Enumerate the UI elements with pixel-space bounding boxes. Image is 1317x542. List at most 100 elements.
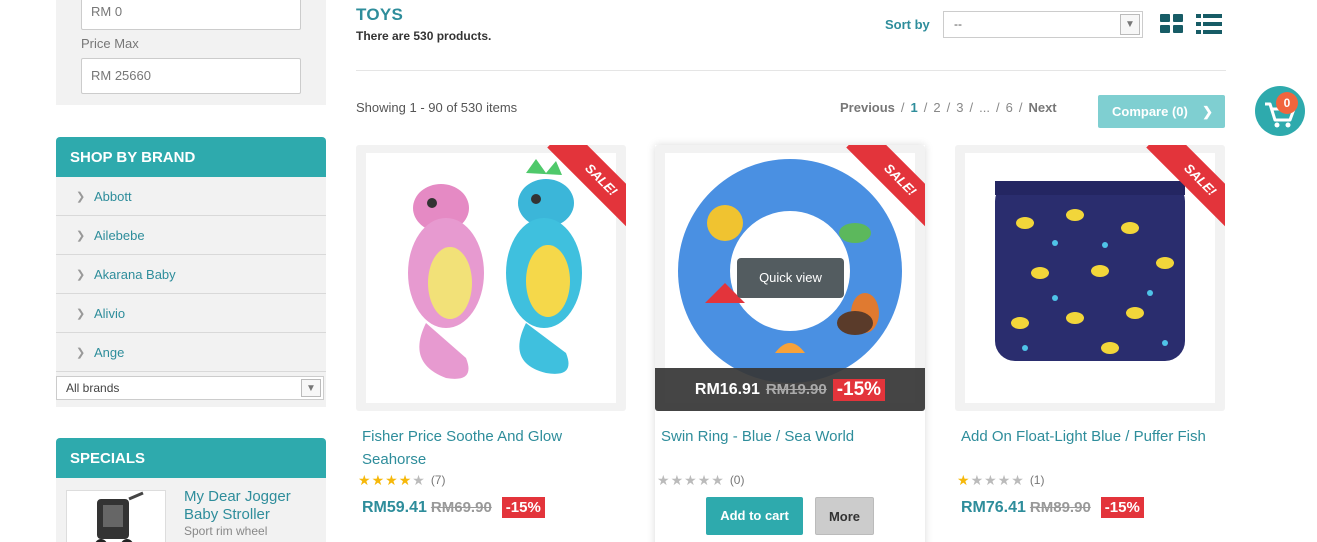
pager-next[interactable]: Next	[1028, 100, 1056, 115]
more-button[interactable]: More	[815, 497, 874, 535]
product-image[interactable]: SALE! Quick view RM16.91 RM19.90 -15%	[655, 145, 925, 411]
star-empty-icon: ★	[684, 471, 697, 488]
brand-item-label: Ailebebe	[94, 227, 145, 243]
pager-separator: /	[995, 100, 1000, 115]
star-empty-icon: ★	[711, 471, 724, 488]
pager-page-1[interactable]: 1	[911, 100, 918, 115]
pager-page-6[interactable]: 6	[1006, 100, 1013, 115]
product-card[interactable]: SALE! Add On Float-Light Blue / Puffer F…	[955, 145, 1225, 518]
chevron-right-icon: ❯	[1202, 104, 1213, 119]
star-icon: ★	[385, 471, 398, 488]
brand-select-value: All brands	[66, 381, 120, 395]
special-item-desc: Sport rim wheel	[184, 524, 268, 538]
price-max-field[interactable]: RM 25660	[81, 58, 301, 94]
product-card[interactable]: SALE! Quick view RM16.91 RM19.90 -15% Sw…	[655, 145, 925, 542]
chevron-right-icon: ❯	[76, 268, 86, 281]
product-image[interactable]: SALE!	[356, 145, 626, 411]
review-count: (0)	[729, 473, 745, 487]
card-actions: Add to cart More	[655, 497, 925, 535]
chevron-right-icon: ❯	[76, 346, 86, 359]
brand-select[interactable]: All brands ▼	[56, 376, 324, 400]
star-empty-icon: ★	[670, 471, 684, 488]
brand-item-label: Alivio	[94, 305, 126, 321]
star-empty-icon: ★	[697, 471, 711, 488]
pager-separator: /	[946, 100, 951, 115]
star-icon: ★	[371, 471, 385, 488]
old-price: RM19.90	[765, 381, 827, 398]
brand-item-ange[interactable]: ❯ Ange	[56, 333, 326, 372]
product-price: RM59.41	[362, 498, 427, 516]
discount-badge: -15%	[1100, 497, 1144, 518]
price-max-label: Price Max	[81, 36, 139, 51]
product-count: There are 530 products.	[356, 29, 492, 43]
chevron-down-icon[interactable]: ▼	[301, 379, 321, 397]
pager-separator: /	[1018, 100, 1023, 115]
product-price: RM16.91	[694, 380, 760, 398]
brand-item-abbott[interactable]: ❯ Abbott	[56, 177, 326, 216]
discount-badge: -15%	[501, 497, 545, 518]
sort-select[interactable]: -- ▼	[943, 11, 1143, 38]
pager-ellipsis: ...	[979, 100, 990, 115]
discount-badge: -15%	[832, 378, 886, 401]
grid-view-icon[interactable]	[1160, 14, 1184, 34]
add-to-cart-button[interactable]: Add to cart	[706, 497, 803, 535]
quick-view-button[interactable]: Quick view	[737, 258, 844, 298]
product-price: RM76.41	[961, 498, 1026, 516]
price-row: RM76.41 RM89.90 -15%	[955, 497, 1225, 518]
star-empty-icon: ★	[970, 471, 984, 488]
shop-by-brand-block: SHOP BY BRAND ❯ Abbott ❯ Ailebebe ❯ Akarana…	[56, 137, 326, 407]
star-empty-icon: ★	[984, 471, 997, 488]
brand-item-label: Abbott	[94, 188, 132, 204]
product-image[interactable]: SALE!	[955, 145, 1225, 411]
product-card[interactable]: SALE! Fisher Price Soothe And Glow Seaho…	[356, 145, 626, 518]
old-price: RM89.90	[1029, 499, 1091, 516]
pager-separator: /	[923, 100, 928, 115]
chevron-down-icon[interactable]: ▼	[1120, 14, 1140, 35]
brand-item-ailebebe[interactable]: ❯ Ailebebe	[56, 216, 326, 255]
pager-page-2[interactable]: 2	[933, 100, 940, 115]
compare-label: Compare (0)	[1112, 104, 1188, 119]
list-view-icon[interactable]	[1196, 14, 1222, 34]
star-empty-icon: ★	[412, 471, 425, 488]
brand-item-akarana-baby[interactable]: ❯ Akarana Baby	[56, 255, 326, 294]
pager-separator: /	[900, 100, 905, 115]
showing-items: Showing 1 - 90 of 530 items	[356, 100, 518, 115]
brand-item-alivio[interactable]: ❯ Alivio	[56, 294, 326, 333]
shop-by-brand-title: SHOP BY BRAND	[56, 137, 326, 177]
product-name[interactable]: Fisher Price Soothe And Glow Seahorse	[356, 425, 626, 471]
compare-button[interactable]: Compare (0) ❯	[1098, 95, 1225, 128]
review-count: (1)	[1029, 473, 1045, 487]
brand-item-label: Akarana Baby	[94, 266, 176, 282]
seahorse-toy-image	[408, 159, 582, 379]
product-name[interactable]: Add On Float-Light Blue / Puffer Fish	[955, 425, 1225, 471]
product-name[interactable]: Swin Ring - Blue / Sea World	[655, 425, 925, 471]
brand-list: ❯ Abbott ❯ Ailebebe ❯ Akarana Baby ❯ Alivio …	[56, 177, 326, 372]
price-row: RM59.41 RM69.90 -15%	[356, 497, 626, 518]
chevron-right-icon: ❯	[76, 229, 86, 242]
review-count: (7)	[430, 473, 446, 487]
left-column: RM 0 Price Max RM 25660	[56, 0, 326, 105]
pager-separator: /	[969, 100, 974, 115]
cart-count-badge: 0	[1276, 92, 1298, 114]
product-rating: ★ ★ ★ ★ ★ (0)	[655, 471, 925, 489]
price-filter: RM 0 Price Max RM 25660	[56, 0, 326, 105]
star-empty-icon: ★	[1011, 471, 1024, 488]
pager-previous[interactable]: Previous	[840, 100, 895, 115]
pager-page-3[interactable]: 3	[956, 100, 963, 115]
star-empty-icon: ★	[657, 471, 670, 488]
special-item-name[interactable]: My Dear Jogger Baby Stroller	[184, 488, 314, 524]
product-rating: ★ ★ ★ ★ ★ (7)	[356, 471, 626, 489]
header-divider	[356, 70, 1226, 71]
price-min-field[interactable]: RM 0	[81, 0, 301, 30]
specials-title: SPECIALS	[56, 438, 326, 478]
star-icon: ★	[957, 471, 970, 488]
stroller-thumbnail[interactable]	[66, 490, 166, 542]
sort-label: Sort by	[885, 17, 930, 32]
star-icon: ★	[358, 471, 371, 488]
brand-select-wrap: All brands ▼	[56, 372, 326, 407]
sort-select-value: --	[954, 17, 962, 31]
old-price: RM69.90	[430, 499, 492, 516]
brand-item-label: Ange	[94, 344, 125, 360]
category-title: TOYS	[356, 5, 404, 24]
chevron-right-icon: ❯	[76, 307, 86, 320]
